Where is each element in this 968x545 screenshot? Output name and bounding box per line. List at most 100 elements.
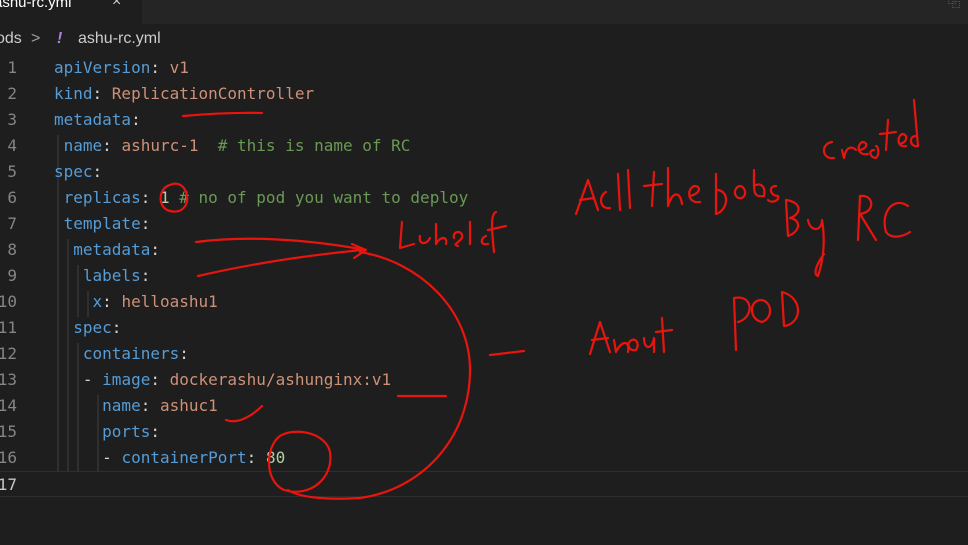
code-text: template: bbox=[54, 211, 151, 237]
chevron-right-icon: > bbox=[31, 30, 41, 47]
code-token: metadata bbox=[54, 240, 151, 259]
code-token: : bbox=[111, 318, 122, 337]
breadcrumb: ods > ! ashu-rc.yml bbox=[0, 28, 968, 52]
code-line[interactable]: 1 apiVersion: v1 bbox=[0, 55, 968, 81]
code-text: ports: bbox=[54, 419, 160, 445]
breadcrumb-file[interactable]: ashu-rc.yml bbox=[78, 30, 161, 48]
code-token: : bbox=[140, 188, 160, 207]
line-number: 10 bbox=[0, 292, 17, 311]
code-token: 80 bbox=[265, 448, 286, 467]
code-token: : bbox=[140, 396, 160, 415]
code-line[interactable]: 5 spec: bbox=[0, 159, 968, 185]
breadcrumb-folder[interactable]: ods bbox=[0, 30, 22, 48]
code-line[interactable]: 13 - image: dockerashu/ashunginx:v1 bbox=[0, 367, 968, 393]
tab-filename: ashu-rc.yml bbox=[0, 0, 72, 11]
code-token: # this is name of RC bbox=[217, 136, 411, 155]
code-token: : bbox=[92, 84, 112, 103]
line-number: 9 bbox=[7, 266, 17, 285]
code-text: kind: ReplicationController bbox=[54, 81, 314, 107]
code-token: kind bbox=[54, 84, 93, 103]
code-token: # no of pod you want to deploy bbox=[179, 188, 469, 207]
line-number: 5 bbox=[7, 162, 17, 181]
code-token: template bbox=[54, 214, 141, 233]
code-text: x: helloashu1 bbox=[54, 289, 218, 315]
yaml-file-icon: ! bbox=[57, 30, 63, 47]
line-number: 16 bbox=[0, 448, 17, 467]
code-token: metadata bbox=[54, 110, 132, 129]
code-text: metadata: bbox=[54, 237, 160, 263]
code-token: : bbox=[102, 136, 122, 155]
code-text: spec: bbox=[54, 159, 102, 185]
code-token: containers bbox=[54, 344, 180, 363]
code-token: : bbox=[140, 214, 151, 233]
code-token: name bbox=[54, 136, 103, 155]
code-token: 1 bbox=[159, 188, 180, 207]
code-line[interactable]: 10 x: helloashu1 bbox=[0, 289, 968, 315]
code-token: : bbox=[150, 370, 170, 389]
line-number: 8 bbox=[7, 240, 17, 259]
close-icon[interactable]: × bbox=[112, 0, 121, 11]
code-token: - bbox=[54, 448, 122, 467]
code-token: apiVersion bbox=[54, 58, 151, 77]
code-token: helloashu1 bbox=[121, 292, 218, 311]
code-token: v1 bbox=[169, 58, 189, 77]
code-text: - containerPort: 80 bbox=[54, 445, 285, 471]
code-text: labels: bbox=[54, 263, 150, 289]
code-token: name bbox=[54, 396, 141, 415]
code-line[interactable]: 9 labels: bbox=[0, 263, 968, 289]
line-number: 3 bbox=[7, 110, 17, 129]
code-token: spec bbox=[54, 162, 93, 181]
line-number: 2 bbox=[7, 84, 17, 103]
code-token: ReplicationController bbox=[111, 84, 315, 103]
code-line[interactable]: 16 - containerPort: 80 bbox=[0, 445, 968, 471]
code-token: : bbox=[102, 292, 122, 311]
code-text: spec: bbox=[54, 315, 121, 341]
code-token: : bbox=[150, 58, 170, 77]
code-line[interactable]: 4 name: ashurc-1 # this is name of RC bbox=[0, 133, 968, 159]
code-line[interactable]: 15 ports: bbox=[0, 419, 968, 445]
split-editor-icon[interactable]: ⿻ bbox=[948, 0, 960, 11]
code-token: ashuc1 bbox=[159, 396, 218, 415]
code-token: : bbox=[131, 110, 141, 129]
code-line[interactable]: 14 name: ashuc1 bbox=[0, 393, 968, 419]
code-token: : bbox=[150, 422, 160, 441]
code-line[interactable]: 12 containers: bbox=[0, 341, 968, 367]
code-token: : bbox=[150, 240, 160, 259]
code-line[interactable]: 11 spec: bbox=[0, 315, 968, 341]
code-token: : bbox=[246, 448, 266, 467]
code-text: name: ashurc-1 # this is name of RC bbox=[54, 133, 411, 159]
code-text: apiVersion: v1 bbox=[54, 55, 189, 81]
line-number: 13 bbox=[0, 370, 17, 389]
code-line[interactable]: 6 replicas: 1 # no of pod you want to de… bbox=[0, 185, 968, 211]
code-text: name: ashuc1 bbox=[54, 393, 218, 419]
code-line[interactable]: 17 bbox=[0, 471, 968, 497]
code-text: metadata: bbox=[54, 107, 141, 133]
code-token: ashurc-1 bbox=[121, 136, 218, 155]
code-token: image bbox=[102, 370, 151, 389]
code-text: replicas: 1 # no of pod you want to depl… bbox=[54, 185, 469, 211]
editor-tab[interactable]: ashu-rc.yml × bbox=[0, 0, 142, 24]
code-line[interactable]: 2 kind: ReplicationController bbox=[0, 81, 968, 107]
code-token: : bbox=[140, 266, 151, 285]
code-line[interactable]: 7 template: bbox=[0, 211, 968, 237]
code-token: - bbox=[54, 370, 103, 389]
code-line[interactable]: 8 metadata: bbox=[0, 237, 968, 263]
line-number: 4 bbox=[7, 136, 17, 155]
code-line[interactable]: 3 metadata: bbox=[0, 107, 968, 133]
code-token: x bbox=[54, 292, 103, 311]
line-number: 14 bbox=[0, 396, 17, 415]
line-number: 1 bbox=[7, 58, 17, 77]
code-token: replicas bbox=[54, 188, 141, 207]
line-number: 12 bbox=[0, 344, 17, 363]
code-text: - image: dockerashu/ashunginx:v1 bbox=[54, 367, 391, 393]
tab-bar: ashu-rc.yml × ⿻ bbox=[0, 0, 968, 24]
line-number: 6 bbox=[7, 188, 17, 207]
code-token: dockerashu/ashunginx:v1 bbox=[169, 370, 392, 389]
code-editor[interactable]: 1 apiVersion: v1 2 kind: ReplicationControl… bbox=[0, 55, 968, 545]
line-number: 7 bbox=[7, 214, 17, 233]
line-number: 17 bbox=[0, 475, 17, 494]
code-text: containers: bbox=[54, 341, 189, 367]
line-number: 15 bbox=[0, 422, 17, 441]
line-number: 11 bbox=[0, 318, 17, 337]
code-token: labels bbox=[54, 266, 141, 285]
